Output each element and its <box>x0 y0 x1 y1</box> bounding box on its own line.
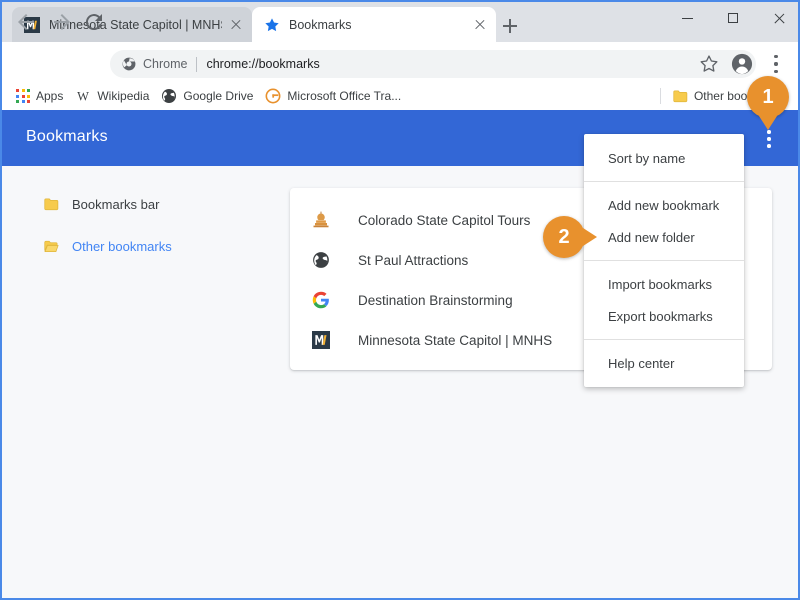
bookmark-label: Colorado State Capitol Tours <box>358 212 531 228</box>
bookmark-bar-item-apps[interactable]: Apps <box>10 84 69 108</box>
close-window-button[interactable] <box>756 2 798 34</box>
apps-grid-icon <box>16 89 30 103</box>
omnibox-divider <box>196 56 198 72</box>
avatar-icon <box>731 53 753 75</box>
office-c-icon <box>265 88 281 104</box>
callout-number: 1 <box>762 85 774 108</box>
callout-tail <box>759 116 777 130</box>
menu-item-sort-by-name[interactable]: Sort by name <box>584 142 744 174</box>
tab-title: Bookmarks <box>289 17 352 32</box>
menu-item-import-bookmarks[interactable]: Import bookmarks <box>584 268 744 300</box>
menu-divider <box>584 181 744 182</box>
close-icon[interactable] <box>226 15 246 35</box>
arrow-right-icon <box>54 14 70 30</box>
menu-divider <box>584 260 744 261</box>
globe-icon <box>312 251 330 269</box>
callout-number: 2 <box>558 225 570 248</box>
sidebar-item-label: Bookmarks bar <box>72 196 160 212</box>
sidebar-item-other-bookmarks[interactable]: Other bookmarks <box>2 230 270 262</box>
bookmark-bar-item-label: Microsoft Office Tra... <box>287 89 402 103</box>
menu-divider <box>584 339 744 340</box>
organize-menu-button[interactable] <box>760 128 778 150</box>
bookmarks-bar-divider <box>659 88 661 104</box>
bookmark-star-button[interactable] <box>699 54 719 74</box>
dot-icon <box>767 137 771 141</box>
maximize-icon <box>728 13 738 23</box>
menu-item-help-center[interactable]: Help center <box>584 347 744 379</box>
bookmark-bar-item-google-drive[interactable]: Google Drive <box>155 84 259 108</box>
dot-icon <box>774 62 778 66</box>
tab-title: Minnesota State Capitol | MNHS <box>49 17 222 32</box>
folder-icon <box>673 90 688 103</box>
sidebar-item-bookmarks-bar[interactable]: Bookmarks bar <box>2 188 270 220</box>
menu-item-add-new-bookmark[interactable]: Add new bookmark <box>584 189 744 221</box>
google-g-icon <box>312 291 330 309</box>
back-button[interactable] <box>14 10 38 34</box>
maximize-button[interactable] <box>710 2 756 34</box>
star-icon <box>264 17 280 33</box>
menu-item-export-bookmarks[interactable]: Export bookmarks <box>584 300 744 332</box>
omnibox-url: chrome://bookmarks <box>206 57 320 71</box>
globe-icon <box>161 88 177 104</box>
dot-icon <box>767 144 771 148</box>
star-outline-icon <box>700 55 718 72</box>
folder-icon <box>44 198 59 211</box>
organize-dropdown-menu: Sort by name Add new bookmark Add new fo… <box>584 134 744 387</box>
wikipedia-w-icon: W <box>75 88 91 104</box>
chrome-logo-icon <box>122 57 136 71</box>
folder-open-icon <box>44 240 59 253</box>
chrome-menu-button[interactable] <box>768 52 784 76</box>
dot-icon <box>767 130 771 134</box>
callout-tail <box>583 228 597 246</box>
sidebar-item-label: Other bookmarks <box>72 238 172 254</box>
mnhs-favicon <box>312 331 330 349</box>
minimize-icon <box>681 18 693 20</box>
bookmark-bar-item-label: Google Drive <box>183 89 254 103</box>
tab-bookmarks[interactable]: Bookmarks <box>252 7 496 42</box>
browser-window: Minnesota State Capitol | MNHS Bookmarks <box>0 0 800 600</box>
omnibox-scheme-chip: Chrome <box>143 57 188 71</box>
minimize-button[interactable] <box>664 2 710 34</box>
bookmark-label: Minnesota State Capitol | MNHS <box>358 332 553 348</box>
capitol-dome-icon <box>312 211 330 229</box>
page-title: Bookmarks <box>26 128 108 145</box>
arrow-left-icon <box>18 14 34 30</box>
bookmarks-bar: Apps W Wikipedia Google Drive Microsoft … <box>2 82 798 110</box>
close-icon[interactable] <box>470 15 490 35</box>
address-bar[interactable]: Chrome chrome://bookmarks <box>110 50 756 78</box>
tab-strip: Minnesota State Capitol | MNHS Bookmarks <box>2 2 798 42</box>
reload-icon <box>85 14 102 31</box>
bookmark-label: St Paul Attractions <box>358 252 469 268</box>
bookmarks-sidebar: Bookmarks bar Other bookmarks <box>2 166 270 262</box>
bookmark-bar-item-label: Wikipedia <box>97 89 150 103</box>
bookmark-bar-item-wikipedia[interactable]: W Wikipedia <box>69 84 155 108</box>
bookmark-label: Destination Brainstorming <box>358 292 513 308</box>
close-icon <box>773 12 786 25</box>
forward-button[interactable] <box>50 10 74 34</box>
tab-minnesota-state-capitol[interactable]: Minnesota State Capitol | MNHS <box>12 7 252 42</box>
bookmark-bar-item-label: Apps <box>36 89 64 103</box>
callout-badge-1: 1 <box>747 76 789 130</box>
dot-icon <box>774 69 778 73</box>
profile-avatar-button[interactable] <box>731 53 753 75</box>
menu-item-add-new-folder[interactable]: Add new folder <box>584 221 744 253</box>
callout-badge-2: 2 <box>543 216 597 258</box>
dot-icon <box>774 55 778 59</box>
new-tab-button[interactable] <box>496 12 524 40</box>
bookmark-bar-item-microsoft-office[interactable]: Microsoft Office Tra... <box>259 84 407 108</box>
svg-text:W: W <box>77 89 89 103</box>
reload-button[interactable] <box>82 10 106 34</box>
